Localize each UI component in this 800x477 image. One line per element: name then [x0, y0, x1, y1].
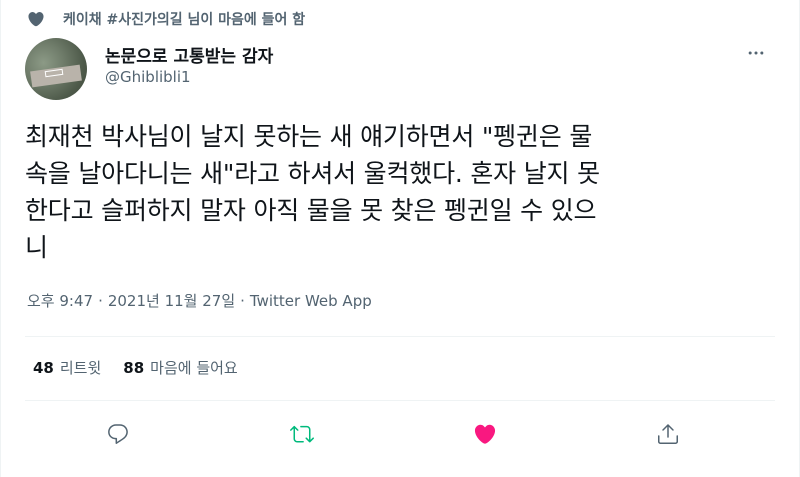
retweet-count[interactable]: 48 [33, 359, 54, 377]
meta-separator: · [240, 291, 245, 310]
reply-button[interactable] [100, 416, 136, 452]
avatar[interactable] [25, 38, 87, 100]
tweet-stats: 48 리트윗 88 마음에 들어요 [33, 357, 260, 378]
action-bar [1, 416, 800, 452]
social-context[interactable]: 케이채 #사진가의길 님이 마음에 들어 함 [27, 9, 305, 29]
avatar-road [30, 64, 82, 88]
author-display-name[interactable]: 논문으로 고통받는 감자 [105, 42, 273, 67]
like-button[interactable] [467, 416, 503, 452]
like-count[interactable]: 88 [123, 359, 144, 377]
tweet-time[interactable]: 오후 9:47 [27, 290, 93, 311]
tweet-date[interactable]: 2021년 11월 27일 [108, 290, 235, 311]
tweet-source[interactable]: Twitter Web App [250, 292, 372, 310]
tweet-card: 케이채 #사진가의길 님이 마음에 들어 함 논문으로 고통받는 감자 @Ghi… [0, 0, 800, 477]
social-context-text: 케이채 #사진가의길 님이 마음에 들어 함 [63, 12, 306, 28]
heart-icon [27, 10, 45, 28]
retweet-button[interactable] [284, 416, 320, 452]
tweet-text: 최재천 박사님이 날지 못하는 새 얘기하면서 "펭귄은 물 속을 날아다니는 … [25, 122, 600, 262]
like-icon [474, 424, 496, 444]
meta-separator: · [98, 291, 103, 310]
like-label[interactable]: 마음에 들어요 [150, 357, 238, 378]
retweet-label[interactable]: 리트윗 [60, 357, 101, 378]
divider [25, 336, 775, 337]
share-icon [658, 424, 678, 444]
divider [25, 400, 775, 401]
tweet-meta: 오후 9:47 · 2021년 11월 27일 · Twitter Web Ap… [27, 290, 372, 311]
retweet-icon [290, 425, 314, 443]
more-options-icon[interactable] [745, 42, 767, 64]
reply-icon [108, 424, 128, 444]
author-handle[interactable]: @Ghiblibli1 [105, 68, 191, 86]
share-button[interactable] [650, 416, 686, 452]
author-row: 논문으로 고통받는 감자 @Ghiblibli1 [25, 36, 777, 100]
